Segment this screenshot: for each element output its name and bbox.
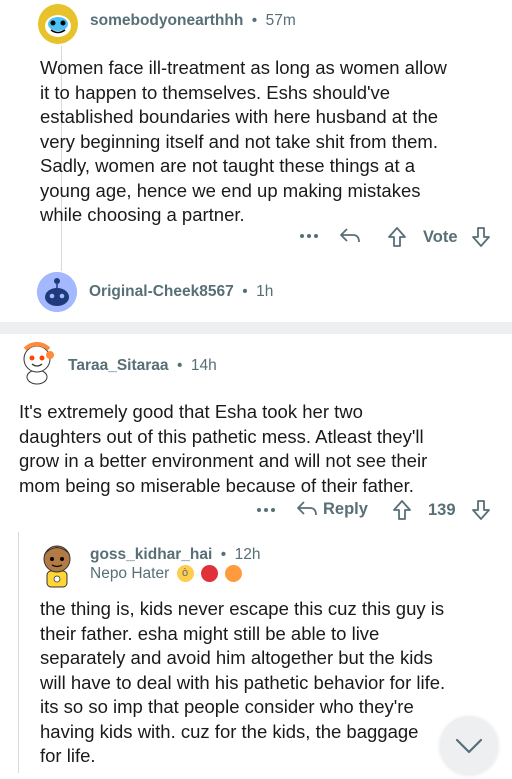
flair-text: Nepo Hater — [90, 565, 170, 582]
username[interactable]: Original-Cheek8567 — [89, 283, 234, 300]
comment-line: It's extremely good that Esha took her t… — [19, 401, 363, 422]
username[interactable]: Taraa_Sitaraa — [68, 357, 169, 374]
comment-line: it to happen to themselves. Eshs should'… — [40, 81, 391, 103]
meta-separator: • — [242, 283, 248, 300]
reply-arrow-icon[interactable] — [339, 226, 361, 246]
comment-line: separately and avoid him altogether but … — [40, 647, 433, 668]
comment-meta: Taraa_Sitaraa • 14h — [68, 357, 217, 375]
rage-face-emoji-icon — [200, 565, 218, 583]
comment-line: grow in a better environment and will no… — [19, 450, 428, 471]
comment-line: Women face ill-treatment as long as wome… — [40, 57, 447, 78]
avatar[interactable] — [37, 272, 77, 312]
comment-line: Sadly, women are not taught these things… — [40, 155, 416, 176]
comment-line: the thing is, kids never escape this cuz… — [40, 598, 445, 619]
avatar[interactable] — [17, 341, 57, 385]
upvote-icon[interactable] — [392, 499, 412, 521]
comment-line: very beginning itself and not take shit … — [40, 130, 438, 152]
vote-label: Vote — [423, 228, 458, 246]
username[interactable]: somebodyonearthhh — [90, 12, 243, 29]
scroll-down-button[interactable] — [440, 716, 498, 774]
chevron-down-icon — [455, 738, 483, 754]
user-flair: Nepo Hater ò — [90, 565, 243, 583]
meta-separator: • — [220, 546, 227, 563]
more-options-icon[interactable] — [256, 502, 276, 518]
meta-separator: • — [176, 357, 183, 374]
comment-body: It's extremely good that Esha took her t… — [19, 400, 509, 498]
reply-arrow-icon — [296, 499, 318, 519]
comment-line: established boundaries with here husband… — [40, 106, 439, 127]
vote-score: 139 — [428, 501, 456, 519]
comment-time: 12h — [234, 546, 261, 563]
upvote-icon[interactable] — [387, 226, 407, 248]
angry-face-emoji-icon: ò — [176, 565, 194, 583]
avatar-snoo-icon — [37, 272, 77, 312]
comment-meta: goss_kidhar_hai • 12h — [90, 546, 261, 564]
avatar-snoo-icon — [23, 342, 54, 385]
reply-button[interactable]: Reply — [296, 499, 368, 519]
comment-meta: Original-Cheek8567 • 1h — [89, 283, 273, 301]
avatar-snoo-icon — [43, 545, 71, 588]
comment-line: mom being so miserable because of their … — [19, 474, 414, 496]
comment-line: while choosing a partner. — [40, 204, 245, 225]
more-options-icon[interactable] — [299, 228, 319, 244]
comment-time: 1h — [256, 283, 274, 300]
avatar[interactable] — [34, 541, 80, 589]
avatar[interactable] — [38, 4, 78, 44]
downvote-icon[interactable] — [471, 499, 491, 521]
comment-meta: somebodyonearthhh • 57m — [90, 12, 296, 30]
comment-line: will have to deal with his pathetic beha… — [40, 671, 446, 693]
username[interactable]: goss_kidhar_hai — [90, 546, 212, 563]
comment-line: their father. esha might still be able t… — [40, 622, 380, 644]
meta-separator: • — [251, 12, 258, 29]
comment-line: young age, hence we end up making mistak… — [40, 179, 421, 201]
comment-body: Women face ill-treatment as long as wome… — [40, 56, 510, 228]
comment-time: 14h — [190, 357, 217, 374]
confounded-face-emoji-icon — [225, 565, 243, 583]
downvote-icon[interactable] — [471, 226, 491, 248]
avatar-snoo-icon — [38, 4, 78, 44]
comment-line: daughters out of this pathetic mess. Atl… — [19, 425, 424, 447]
thread-line[interactable] — [18, 532, 19, 773]
comment-time: 57m — [265, 12, 296, 29]
comment-separator — [0, 322, 512, 334]
reply-label: Reply — [323, 499, 368, 518]
